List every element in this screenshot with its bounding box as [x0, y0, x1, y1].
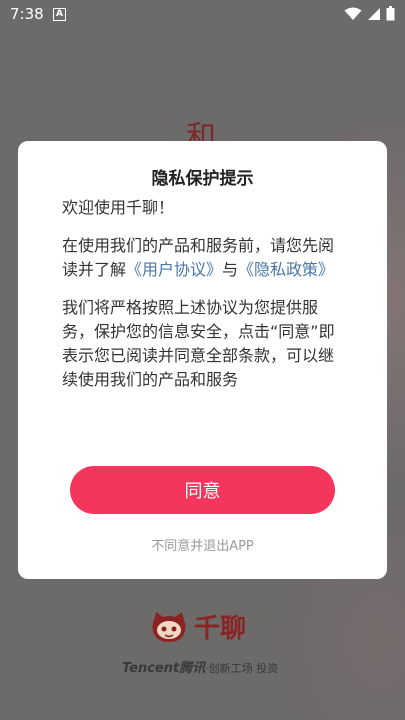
brand-logo: 千聊 [150, 608, 246, 645]
and-text: 与 [222, 260, 239, 279]
privacy-dialog: 隐私保护提示 欢迎使用千聊！ 在使用我们的产品和服务前，请您先阅读并了解《用户协… [18, 141, 387, 579]
tencent-cn: 腾讯 [179, 661, 206, 676]
signal-icon [368, 7, 380, 20]
dialog-title: 隐私保护提示 [151, 169, 254, 189]
tagline-text: ·创新工场 投资 [205, 662, 279, 675]
status-time: 7:38 [10, 5, 44, 23]
privacy-policy-link[interactable]: 《隐私政策》 [238, 260, 334, 279]
wifi-icon [344, 7, 362, 20]
dialog-body: 欢迎使用千聊！ 在使用我们的产品和服务前，请您先阅读并了解《用户协议》与《隐私政… [62, 196, 347, 406]
notification-icon: A [53, 8, 66, 21]
brand-name: 千聊 [194, 614, 247, 644]
user-agreement-link[interactable]: 《用户协议》 [126, 260, 222, 279]
tencent-logo: Tencent [122, 661, 180, 676]
consent-paragraph: 我们将严格按照上述协议为您提供服务，保护您的信息安全，点击“同意”即表示您已阅读… [62, 298, 335, 389]
mascot-icon [152, 611, 186, 642]
agree-button[interactable]: 同意 [70, 466, 335, 514]
status-icons [344, 6, 395, 21]
disagree-exit-button[interactable]: 不同意并退出APP [18, 535, 387, 554]
welcome-text: 欢迎使用千聊！ [62, 198, 175, 217]
agreement-paragraph: 在使用我们的产品和服务前，请您先阅读并了解《用户协议》与《隐私政策》 [62, 234, 347, 282]
investor-tagline: Tencent腾讯·创新工场 投资 [122, 657, 278, 676]
battery-icon [386, 6, 395, 21]
status-bar: 7:38 A [0, 0, 405, 28]
